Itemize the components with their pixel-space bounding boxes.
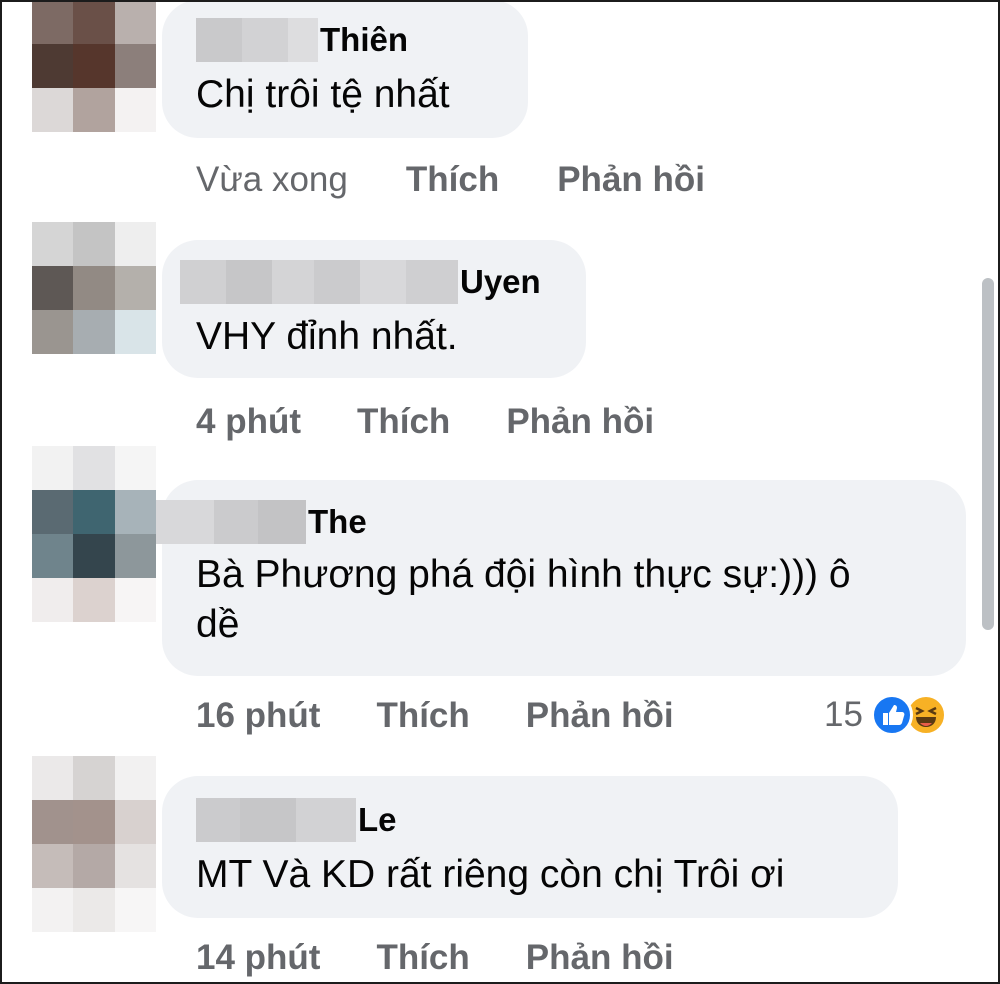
comment-author[interactable]: Uyen — [180, 260, 541, 304]
comment-author[interactable]: Le — [196, 798, 397, 842]
comment-time[interactable]: 14 phút — [196, 938, 320, 978]
redacted-name — [180, 260, 458, 304]
comment-actions: 16 phút Thích Phản hồi — [196, 696, 674, 736]
comment-text: MT Và KD rất riêng còn chị Trôi ơi — [196, 853, 785, 896]
like-button[interactable]: Thích — [376, 938, 469, 978]
reply-button[interactable]: Phản hồi — [506, 402, 654, 442]
comment-text: VHY đỉnh nhất. — [196, 315, 458, 358]
like-button[interactable]: Thích — [406, 160, 499, 200]
reply-button[interactable]: Phản hồi — [557, 160, 705, 200]
redacted-name — [156, 500, 306, 544]
comment-actions: 14 phút Thích Phản hồi — [196, 938, 674, 978]
comment-time[interactable]: 4 phút — [196, 402, 301, 442]
author-name[interactable]: Uyen — [460, 260, 541, 304]
reaction-summary[interactable]: 15 — [824, 694, 947, 736]
avatar[interactable] — [32, 0, 156, 132]
avatar-lower — [32, 578, 156, 622]
redacted-name — [196, 18, 318, 62]
author-name[interactable]: The — [308, 500, 367, 544]
avatar-lower — [32, 888, 156, 932]
reply-button[interactable]: Phản hồi — [526, 696, 674, 736]
scrollbar[interactable] — [982, 278, 994, 630]
comment-text: Chị trôi tệ nhất — [196, 73, 450, 116]
author-name[interactable]: Thiên — [320, 18, 408, 62]
comment-time[interactable]: 16 phút — [196, 696, 320, 736]
avatar[interactable] — [32, 222, 156, 354]
comment-text: Bà Phương phá đội hình thực sự:))) ô dề — [196, 553, 851, 646]
reply-button[interactable]: Phản hồi — [526, 938, 674, 978]
avatar[interactable] — [32, 446, 156, 578]
like-button[interactable]: Thích — [376, 696, 469, 736]
avatar[interactable] — [32, 756, 156, 888]
comment-time[interactable]: Vừa xong — [196, 160, 348, 200]
comment-author[interactable]: Thiên — [196, 18, 408, 62]
like-icon — [870, 694, 913, 736]
author-name[interactable]: Le — [358, 798, 397, 842]
comment-actions: Vừa xong Thích Phản hồi — [196, 160, 705, 200]
like-button[interactable]: Thích — [357, 402, 450, 442]
comment-actions: 4 phút Thích Phản hồi — [196, 402, 654, 442]
redacted-name — [196, 798, 356, 842]
comment-author[interactable]: The — [156, 500, 367, 544]
reaction-count: 15 — [824, 695, 863, 734]
